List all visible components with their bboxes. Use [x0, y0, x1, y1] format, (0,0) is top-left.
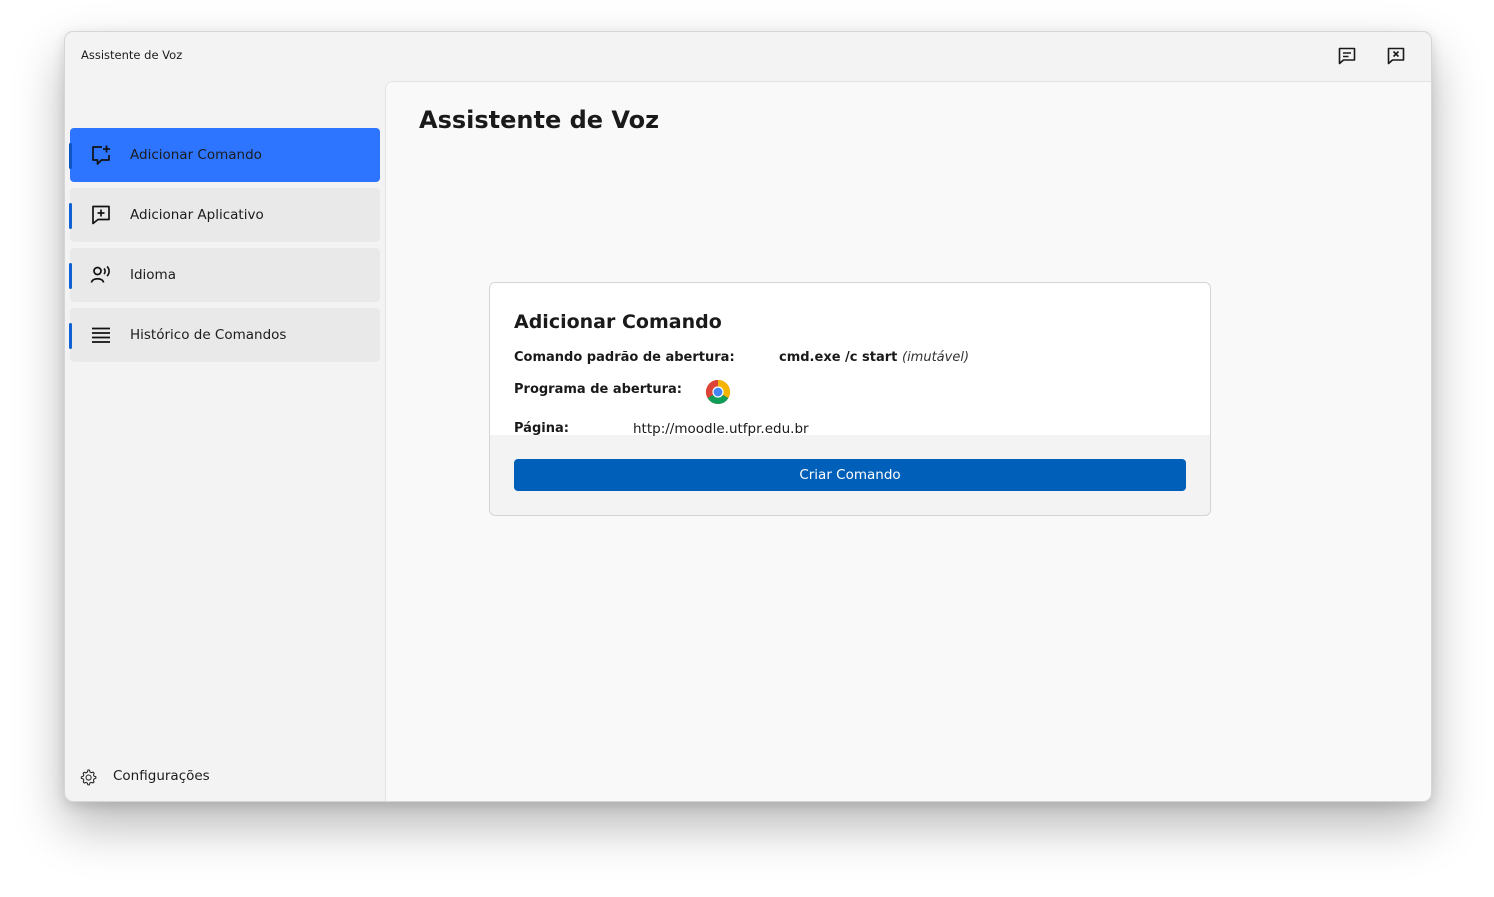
- immutable-note: (imutável): [902, 350, 970, 365]
- voice-person-icon: [90, 265, 110, 283]
- default-command-value: cmd.exe /c start: [779, 350, 898, 365]
- add-command-card: Adicionar Comando Comando padrão de aber…: [489, 282, 1211, 516]
- sidebar-item-label: Idioma: [130, 267, 176, 283]
- gear-icon: [80, 769, 97, 786]
- settings-label: Configurações: [113, 768, 210, 784]
- page-url-value[interactable]: http://moodle.utfpr.edu.br: [633, 421, 809, 437]
- feedback-button[interactable]: [1336, 45, 1358, 67]
- sidebar-item-adicionar-aplicativo[interactable]: Adicionar Aplicativo: [69, 188, 380, 242]
- add-box-icon: [92, 205, 110, 225]
- title-bar: Assistente de Voz: [65, 32, 1431, 81]
- sidebar: Adicionar Comando Adicionar Aplicativo I…: [65, 81, 385, 801]
- card-title: Adicionar Comando: [514, 311, 722, 333]
- feedback-icon: [1338, 47, 1356, 65]
- main-content: Assistente de Voz Adicionar Comando Coma…: [385, 81, 1431, 801]
- page-title: Assistente de Voz: [419, 106, 660, 134]
- sidebar-item-label: Adicionar Aplicativo: [130, 207, 264, 223]
- list-icon: [92, 327, 110, 343]
- item-indicator: [69, 203, 72, 229]
- program-label: Programa de abertura:: [514, 382, 683, 397]
- item-indicator: [69, 323, 72, 349]
- window-title: Assistente de Voz: [81, 48, 183, 62]
- settings-button[interactable]: Configurações: [79, 765, 279, 789]
- close-button[interactable]: [1385, 45, 1407, 67]
- default-command-label: Comando padrão de abertura:: [514, 350, 735, 365]
- sidebar-item-label: Adicionar Comando: [130, 147, 262, 163]
- sidebar-item-historico[interactable]: Histórico de Comandos: [69, 308, 380, 362]
- card-body: Adicionar Comando Comando padrão de aber…: [490, 283, 1210, 437]
- app-window: Assistente de Voz Adicionar Comando Adic…: [64, 31, 1432, 802]
- close-window-icon: [1387, 47, 1405, 65]
- sidebar-item-adicionar-comando[interactable]: Adicionar Comando: [69, 128, 380, 182]
- active-indicator: [69, 143, 72, 169]
- create-command-button[interactable]: Criar Comando: [514, 459, 1186, 491]
- sidebar-item-label: Histórico de Comandos: [130, 327, 287, 343]
- chrome-icon[interactable]: [705, 379, 731, 405]
- add-comment-icon: [92, 145, 110, 165]
- sidebar-item-idioma[interactable]: Idioma: [69, 248, 380, 302]
- item-indicator: [69, 263, 72, 289]
- page-label: Página:: [514, 421, 569, 436]
